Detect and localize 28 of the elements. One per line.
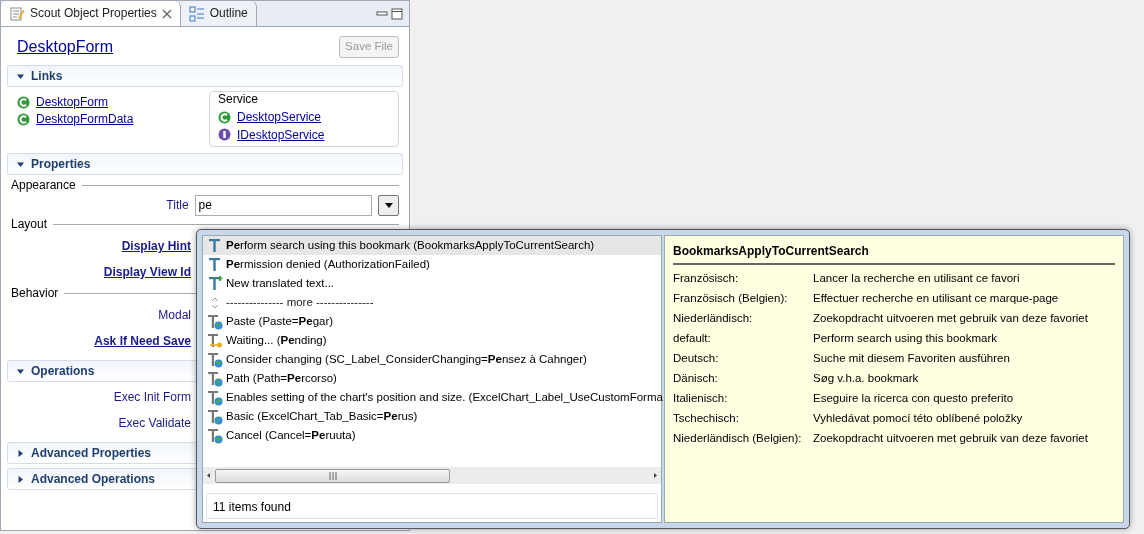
language-label: Italienisch: [673,392,729,407]
property-label: Exec Init Form [112,389,191,405]
translation-text: Zoekopdracht uitvoeren met gebruik van deze favoriet [813,432,1088,447]
group-label: Appearance [11,178,76,193]
group-label: Layout [11,217,48,232]
translation-text: Søg v.h.a. bookmark [813,372,919,387]
translation-text: Eseguire la ricerca con questo preferito [813,392,1014,407]
language-label: Französisch (Belgien): [673,292,789,307]
group-label: Service [218,92,259,107]
language-label: Tschechisch: [673,412,740,427]
status-text: 11 items found [206,493,658,519]
translation-text: Suche mit diesem Favoriten ausführen [813,352,1010,367]
language-label: Deutsch: [673,352,720,367]
property-label: Modal [157,307,191,323]
language-label: Französisch: [673,272,740,287]
translation-text: Perform search using this bookmark [813,332,998,347]
translation-text: Vyhledávat pomocí této oblíbené položky [813,412,1023,427]
translation-text: Effectuer recherche en utilisant ce marque-page [813,292,1059,307]
language-label: Niederländisch: [673,312,754,327]
property-label: Title [165,197,189,213]
property-label: Exec Validate [117,415,191,431]
language-label: Dänisch: [673,372,719,387]
detail-title: BookmarksApplyToCurrentSearch [673,244,1115,266]
translation-text: Zoekopdracht uitvoeren met gebruik van deze favoriet [813,312,1088,327]
group-label: Behavior [11,286,59,301]
language-label: default: [673,332,712,347]
translation-text: Lancer la recherche en utilisant ce favori [813,272,1020,287]
language-label: Niederländisch (Belgien): [673,432,803,447]
